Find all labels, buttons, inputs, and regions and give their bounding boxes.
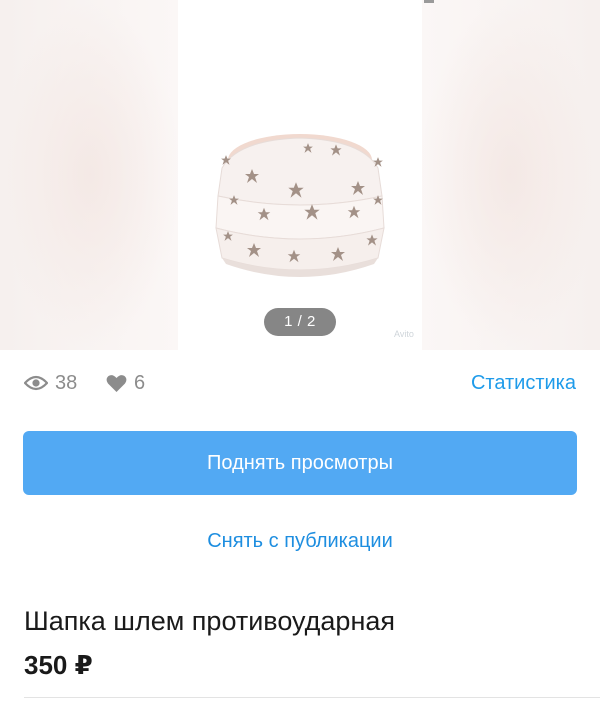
gallery-background-left: [0, 0, 180, 350]
photo-counter-badge: 1 / 2: [264, 308, 336, 336]
eye-icon: [24, 375, 48, 391]
gallery-background-right: [420, 0, 600, 350]
unpublish-link[interactable]: Снять с публикации: [0, 524, 600, 558]
views-counter: 38: [24, 366, 77, 400]
photo-edge-mark: [424, 0, 434, 3]
item-title: Шапка шлем противоударная: [24, 606, 395, 636]
stats-row: 38 6 Статистика: [24, 366, 576, 400]
favorites-counter: 6: [106, 366, 145, 400]
boost-views-button[interactable]: Поднять просмотры: [23, 431, 577, 495]
divider: [24, 697, 600, 698]
photo-gallery[interactable]: 1 / 2 Avito: [0, 0, 600, 350]
statistics-link[interactable]: Статистика: [471, 366, 576, 400]
favorites-count: 6: [134, 371, 146, 394]
heart-icon: [106, 374, 127, 392]
product-photo[interactable]: [178, 0, 422, 350]
photo-watermark: Avito: [394, 329, 414, 339]
item-price: 350 ₽: [24, 650, 93, 680]
helmet-hat-illustration: [215, 134, 385, 277]
views-count: 38: [55, 371, 78, 394]
